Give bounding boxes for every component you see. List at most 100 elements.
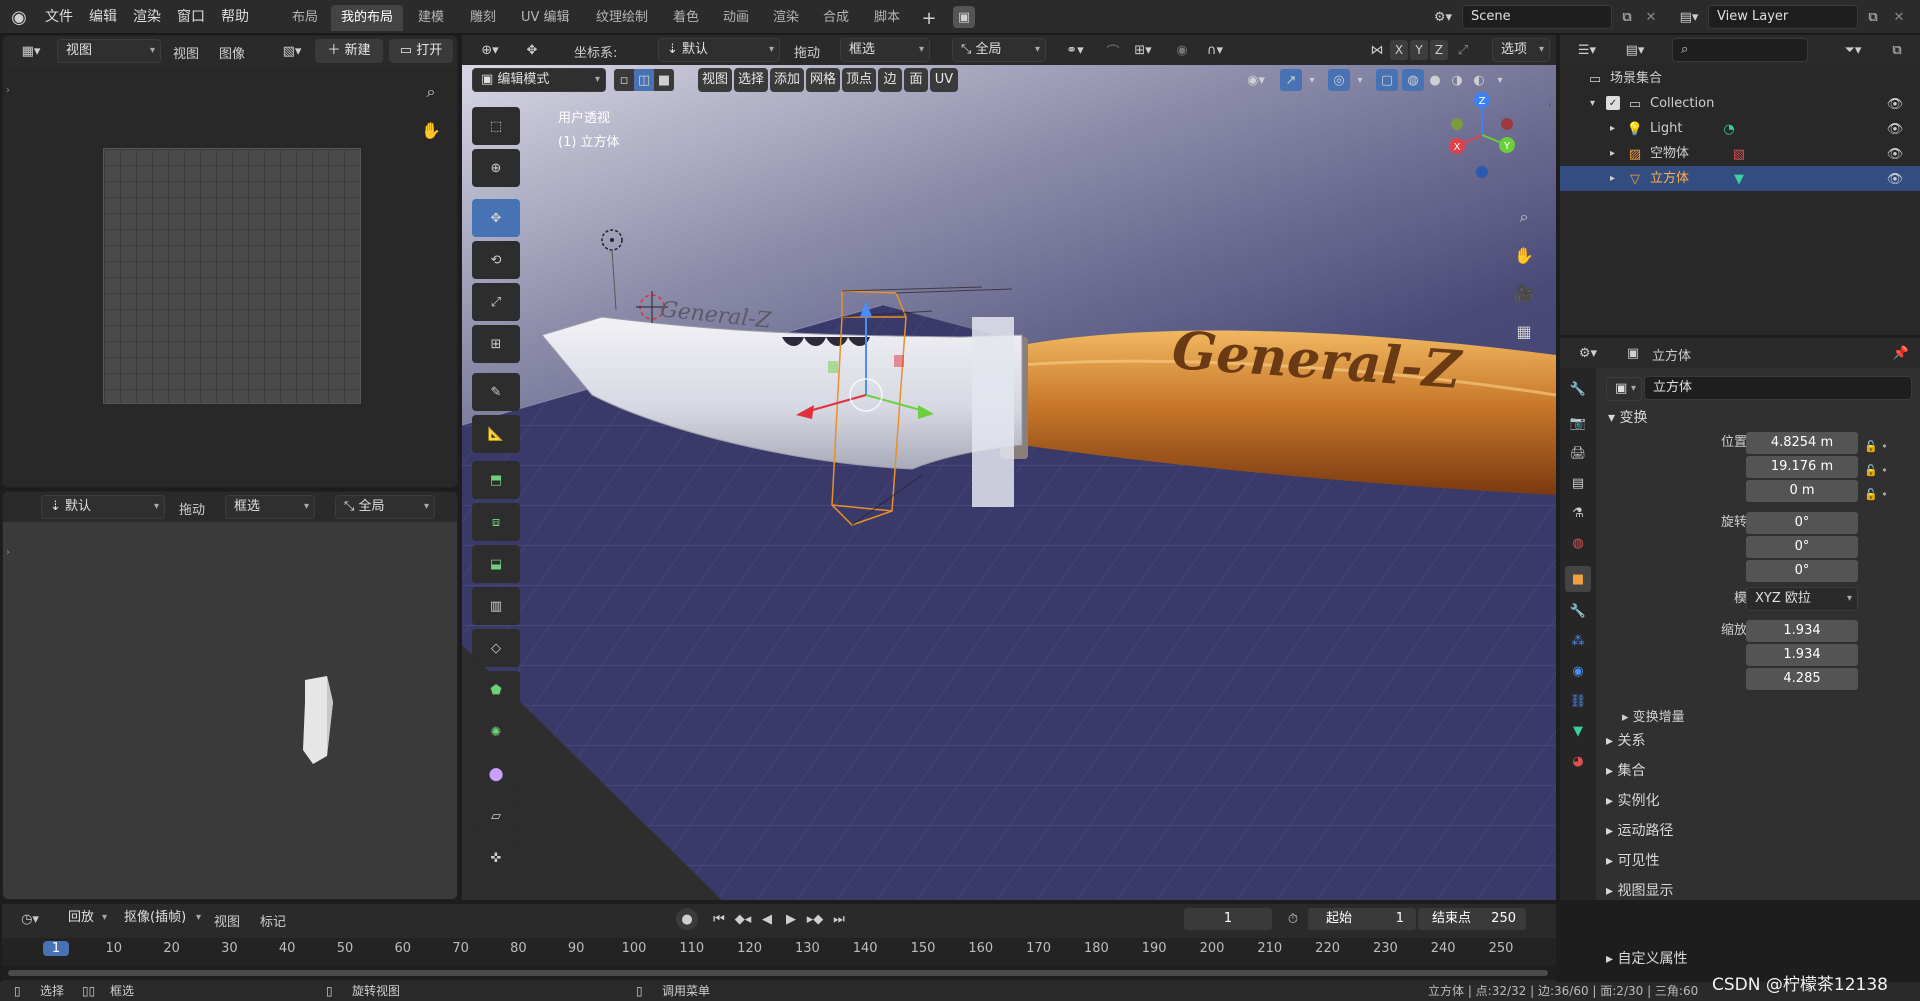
scale-z-field[interactable]: 4.285 (1746, 668, 1858, 690)
play-icon[interactable]: ▶ (780, 908, 802, 930)
scene-tab-icon[interactable]: ⚗ (1567, 502, 1589, 524)
overlay-toggle-icon[interactable]: ◎ (1328, 69, 1350, 91)
tab-shading[interactable]: 着色 (663, 5, 709, 31)
vp-menu-edge[interactable]: 边 (878, 68, 902, 92)
options-dropdown[interactable]: 选项 (1492, 38, 1550, 62)
display-mode-icon[interactable]: ▤▾ (1618, 39, 1652, 61)
edit-mode-dropdown[interactable]: ▣ 编辑模式 (472, 68, 606, 92)
tab-animation[interactable]: 动画 (713, 5, 759, 31)
current-frame-field[interactable]: 1 (1184, 908, 1272, 930)
coord-dropdown[interactable]: ⇣ 默认 (658, 38, 780, 62)
particles-tab-icon[interactable]: ⁂ (1567, 630, 1589, 652)
new-scene-icon[interactable]: ⧉ (1616, 6, 1638, 28)
timeline-scrollbar[interactable] (2, 966, 1556, 980)
proportional-edit-icon[interactable]: ◉ (1172, 39, 1192, 61)
new-collection-icon[interactable]: ⧉ (1886, 39, 1908, 61)
expand-arrow-icon[interactable]: ▾ (1590, 91, 1595, 116)
menu-edit[interactable]: 编辑 (80, 0, 126, 34)
world-tab-icon[interactable]: ◍ (1567, 532, 1589, 554)
shear-tool[interactable]: ▱ (472, 797, 520, 835)
location-x-field[interactable]: 4.8254 m (1746, 432, 1858, 454)
pin-icon[interactable]: 📌 (1892, 342, 1910, 364)
checkbox-icon[interactable]: ✓ (1606, 96, 1620, 110)
outliner-type-icon[interactable]: ☰▾ (1570, 39, 1604, 61)
stopwatch-icon[interactable]: ⏱ (1282, 908, 1304, 930)
wireframe-shading-icon[interactable]: ◍ (1402, 69, 1424, 91)
expand-arrow-icon[interactable]: ▸ (1610, 166, 1615, 191)
render-tab-icon[interactable]: 📷 (1567, 412, 1589, 434)
rotation-x-field[interactable]: 0° (1746, 512, 1858, 534)
bevel-tool[interactable]: ⬓ (472, 545, 520, 583)
vp-menu-view[interactable]: 视图 (698, 68, 732, 92)
mirror-x-button[interactable]: X (1390, 40, 1408, 60)
delete-view-layer-icon[interactable]: ✕ (1888, 6, 1910, 28)
pivot-point-icon[interactable]: ⚭▾ (1058, 39, 1092, 61)
tab-sculpt[interactable]: 雕刻 (460, 5, 506, 31)
next-keyframe-icon[interactable]: ▸◆ (804, 908, 826, 930)
location-y-field[interactable]: 19.176 m (1746, 456, 1858, 478)
poly-build-tool[interactable]: ⬟ (472, 671, 520, 709)
menu-window[interactable]: 窗口 (168, 0, 214, 34)
vp-menu-add[interactable]: 添加 (770, 68, 804, 92)
location-z-field[interactable]: 0 m (1746, 480, 1858, 502)
view-mode-dropdown[interactable]: 视图 (57, 39, 161, 63)
menu-view[interactable]: 视图 (173, 43, 199, 62)
tool-tab-icon[interactable]: 🔧 (1567, 378, 1589, 400)
lock-icons[interactable]: 🔓 • 🔓 • 🔓 • (1864, 435, 1888, 507)
preview-select-dropdown[interactable]: 框选 (225, 495, 315, 519)
constraints-tab-icon[interactable]: ⛓ (1567, 690, 1589, 712)
timeline-menu-view[interactable]: 视图 (214, 911, 240, 930)
preview-transform-dropdown[interactable]: ⇣ 默认 (41, 495, 165, 519)
end-frame-field[interactable]: 结束点 250 (1418, 908, 1526, 930)
rotate-tool[interactable]: ⟲ (472, 241, 520, 279)
topology-mirror-icon[interactable]: ⤢ (1452, 39, 1474, 61)
keying-dropdown[interactable]: 抠像(插帧) (116, 907, 206, 931)
editor-type-icon[interactable]: ▦▾ (13, 40, 49, 62)
menu-help[interactable]: 帮助 (212, 0, 258, 34)
menu-render[interactable]: 渲染 (124, 0, 170, 34)
data-tab-icon[interactable]: ▼ (1567, 720, 1589, 742)
scale-y-field[interactable]: 1.934 (1746, 644, 1858, 666)
menu-file[interactable]: 文件 (36, 0, 82, 34)
mirror-icon[interactable]: ⋈ (1366, 39, 1388, 61)
eye-icon[interactable]: 👁 (1886, 145, 1904, 163)
timeline-type-icon[interactable]: ◷▾ (12, 908, 48, 930)
tab-modeling[interactable]: 建模 (408, 5, 454, 31)
camera-view-icon[interactable]: 🎥 (1510, 279, 1538, 307)
knife-tool[interactable]: ◇ (472, 629, 520, 667)
prev-keyframe-icon[interactable]: ◆◂ (732, 908, 754, 930)
start-frame-field[interactable]: 起始 1 (1308, 908, 1416, 930)
cursor-tool[interactable]: ⊕ (472, 149, 520, 187)
inset-tool[interactable]: ⧈ (472, 503, 520, 541)
view-layer-tab-icon[interactable]: ▤ (1567, 472, 1589, 494)
material-tab-icon[interactable]: ◕ (1567, 750, 1589, 772)
xray-icon[interactable]: ▢ (1376, 69, 1398, 91)
vp-menu-select[interactable]: 选择 (734, 68, 768, 92)
timeline-menu-marker[interactable]: 标记 (260, 911, 286, 930)
tab-rendering[interactable]: 渲染 (763, 5, 809, 31)
rotation-y-field[interactable]: 0° (1746, 536, 1858, 558)
new-image-button[interactable]: ＋ 新建 (315, 39, 383, 63)
solid-shading-icon[interactable]: ● (1424, 69, 1446, 91)
outliner-item-empty[interactable]: ▸ ▨ 空物体 ▧ 👁 (1560, 141, 1920, 166)
outliner-search-input[interactable]: ⌕ (1672, 38, 1808, 62)
instancing-section[interactable]: ▸ 实例化 (1606, 790, 1659, 810)
scene-icon[interactable]: ⚙▾ (1428, 6, 1458, 28)
sidebar-toggle-icon[interactable]: ‹ (1544, 95, 1556, 115)
mirror-z-button[interactable]: Z (1430, 40, 1448, 60)
tab-uv[interactable]: UV 编辑 (511, 5, 580, 31)
mirror-y-button[interactable]: Y (1410, 40, 1428, 60)
zoom-icon[interactable]: ⌕ (417, 78, 445, 106)
tab-my-layout[interactable]: 我的布局 (331, 5, 404, 31)
object-name-field[interactable]: 立方体 (1644, 376, 1912, 400)
vp-menu-vertex[interactable]: 顶点 (842, 68, 876, 92)
material-shading-icon[interactable]: ◑ (1446, 69, 1468, 91)
vp-menu-uv[interactable]: UV (930, 68, 958, 92)
play-reverse-icon[interactable]: ◀ (756, 908, 778, 930)
annotate-tool[interactable]: ✎ (472, 373, 520, 411)
viewport-display-section[interactable]: ▸ 视图显示 (1606, 880, 1673, 900)
ortho-toggle-icon[interactable]: ▦ (1510, 317, 1538, 345)
select-box-tool[interactable]: ⬚ (472, 107, 520, 145)
hand-pan-icon[interactable]: ✋ (417, 116, 445, 144)
tab-layout[interactable]: 布局 (282, 5, 328, 31)
